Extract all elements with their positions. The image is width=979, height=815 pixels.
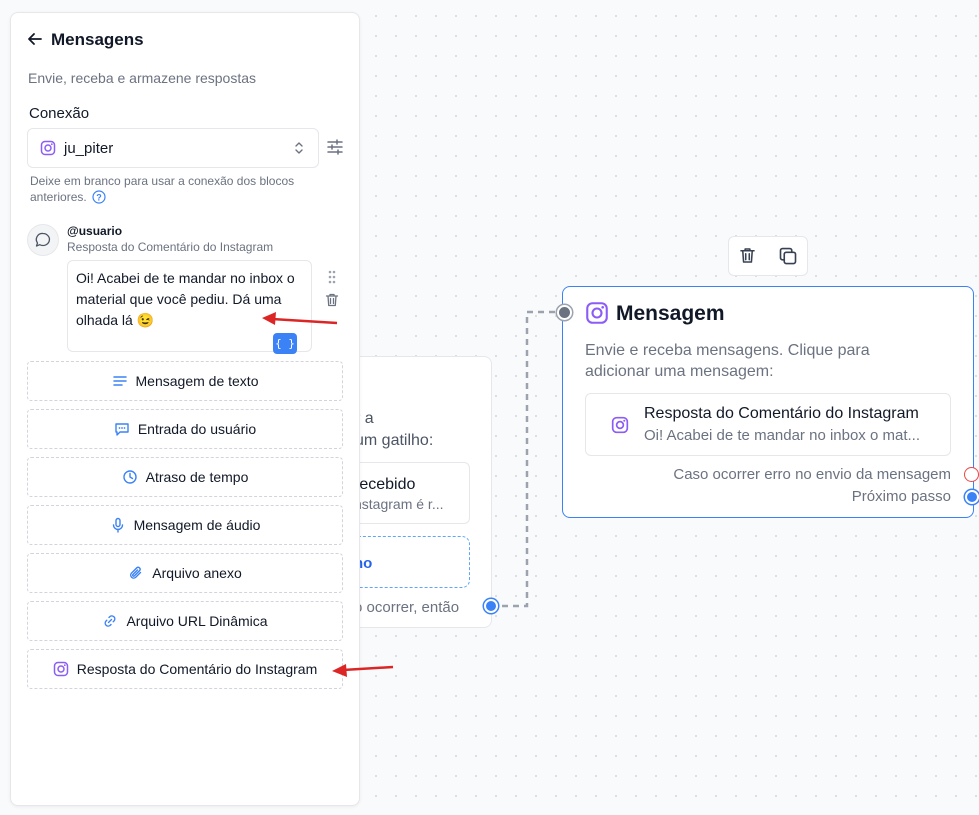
settings-sliders-icon[interactable] (326, 138, 344, 156)
edge-trigger-to-message (491, 310, 557, 608)
back-arrow-icon[interactable] (26, 30, 44, 48)
connection-label: Conexão (29, 105, 90, 122)
next-step-handle[interactable] (965, 490, 979, 504)
clock-icon (122, 470, 137, 484)
instagram-icon (611, 416, 629, 434)
option-dynamic-url-file[interactable]: Arquivo URL Dinâmica (27, 601, 343, 641)
option-time-delay[interactable]: Atraso de tempo (27, 457, 343, 497)
option-label: Arquivo anexo (152, 565, 242, 581)
option-text-message[interactable]: Mensagem de texto (27, 361, 343, 401)
chat-input-icon (115, 423, 129, 436)
chat-bubble-icon (35, 232, 51, 247)
instagram-icon (586, 302, 608, 324)
instagram-icon (40, 140, 56, 156)
option-label: Mensagem de áudio (133, 517, 261, 533)
connection-help-text: Deixe em branco para usar a conexão dos … (30, 173, 325, 205)
option-user-input[interactable]: Entrada do usuário (27, 409, 343, 449)
option-instagram-comment-reply[interactable]: Resposta do Comentário do Instagram (27, 649, 343, 689)
text-lines-icon (112, 376, 127, 386)
trigger-output-handle[interactable] (484, 599, 498, 613)
message-node-description: Envie e receba mensagens. Clique para ad… (585, 342, 870, 380)
connection-value: ju_piter (64, 140, 114, 157)
help-circle-icon[interactable]: ? (92, 190, 106, 204)
drag-handle-icon[interactable] (327, 269, 337, 285)
microphone-icon (112, 517, 123, 533)
trigger-node-item-title: recebido (354, 476, 416, 493)
message-node-item-title: Resposta do Comentário do Instagram (644, 405, 919, 422)
message-node-title: Mensagem (616, 302, 725, 325)
message-input-handle[interactable] (557, 305, 572, 320)
panel-title: Mensagens (51, 30, 144, 49)
svg-text:?: ? (96, 192, 102, 202)
error-output-handle[interactable] (964, 467, 979, 482)
trigger-node-description: r a um gatilho: (355, 410, 434, 449)
copy-icon[interactable] (778, 246, 798, 266)
option-label: Arquivo URL Dinâmica (126, 613, 268, 629)
next-step-label: Próximo passo (851, 488, 951, 505)
message-text[interactable]: Oi! Acabei de te mandar no inbox o mater… (76, 268, 308, 331)
trash-icon[interactable] (738, 246, 757, 265)
option-label: Resposta do Comentário do Instagram (76, 661, 318, 677)
instagram-icon (53, 661, 69, 677)
option-label: Atraso de tempo (145, 469, 249, 485)
trigger-node-item-subtitle: nstagram é r... (354, 496, 444, 512)
paperclip-icon (130, 566, 142, 579)
message-user: @usuario (67, 224, 123, 238)
panel-subtitle: Envie, receba e armazene respostas (28, 70, 257, 86)
option-label: Mensagem de texto (135, 373, 259, 389)
variable-button[interactable]: { } (273, 333, 297, 354)
option-label: Entrada do usuário (137, 421, 257, 437)
option-audio-message[interactable]: Mensagem de áudio (27, 505, 343, 545)
trash-icon[interactable] (324, 292, 340, 308)
connection-help-label: Deixe em branco para usar a conexão dos … (30, 174, 295, 204)
trigger-then-label: o ocorrer, então (354, 599, 460, 616)
chevron-updown-icon (295, 142, 303, 154)
message-node-item-subtitle: Oi! Acabei de te mandar no inbox o mat..… (644, 427, 920, 444)
error-output-label: Caso ocorrer erro no envio da mensagem (673, 466, 951, 483)
message-type: Resposta do Comentário do Instagram (67, 240, 274, 254)
link-icon (104, 615, 116, 627)
message-node-item[interactable] (585, 393, 951, 456)
option-file-attachment[interactable]: Arquivo anexo (27, 553, 343, 593)
